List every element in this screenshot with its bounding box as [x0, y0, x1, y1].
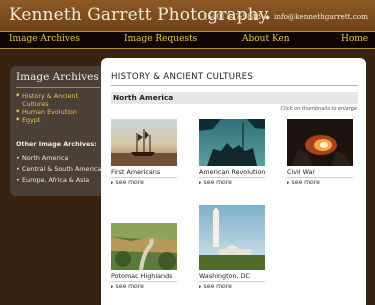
sidebar-divider	[16, 87, 100, 88]
page-title: HISTORY & ANCIENT CULTURES	[111, 72, 254, 82]
main-nav: Image Archives Image Requests About Ken …	[0, 31, 375, 49]
thumbnail-washington-dc[interactable]	[199, 205, 265, 270]
thumbnail-caption: Washington, DC	[199, 272, 250, 280]
thumbnail-card: First Americans ▸ see more	[111, 119, 177, 186]
diamond-icon: ◆	[265, 14, 270, 21]
sidebar-archive-list: History & Ancient Cultures Human Evoluti…	[16, 92, 104, 124]
thumbnail-caption: First Americans	[111, 168, 161, 176]
nav-image-archives[interactable]: Image Archives	[9, 34, 80, 44]
caption-divider	[199, 281, 265, 282]
sidebar-item-central-south-america[interactable]: Central & South America	[16, 164, 106, 175]
section-header: North America	[111, 92, 358, 104]
sidebar-other-list: North America Central & South America Eu…	[16, 153, 106, 186]
sidebar-title: Image Archives	[16, 71, 99, 83]
thumbnail-civil-war[interactable]	[287, 119, 353, 166]
contact-info: (540) 347-5848 ◆ info@kennethgarrett.com	[205, 12, 368, 21]
caption-divider	[199, 177, 265, 178]
see-more-link[interactable]: ▸ see more	[111, 283, 177, 290]
sidebar-other-title: Other Image Archives:	[16, 140, 97, 148]
email-link[interactable]: info@kennethgarrett.com	[274, 12, 368, 21]
caption-divider	[111, 281, 177, 282]
nav-image-requests[interactable]: Image Requests	[124, 34, 197, 44]
site-header: Kenneth Garrett Photography (540) 347-58…	[0, 0, 375, 31]
thumbnail-card: Washington, DC ▸ see more	[199, 205, 265, 290]
main-content: HISTORY & ANCIENT CULTURES North America…	[101, 58, 366, 305]
section-title: North America	[113, 93, 174, 102]
caption-divider	[111, 177, 177, 178]
thumbnail-card: American Revolution ▸ see more	[199, 119, 265, 186]
sidebar-item-history[interactable]: History & Ancient Cultures	[16, 92, 104, 108]
see-more-link[interactable]: ▸ see more	[287, 179, 353, 186]
chevron-right-icon: ▸	[199, 284, 202, 290]
enlarge-hint: Click on thumbnails to enlarge	[280, 106, 357, 112]
chevron-right-icon: ▸	[287, 180, 290, 186]
see-more-link[interactable]: ▸ see more	[199, 179, 265, 186]
thumbnail-potomac-highlands[interactable]	[111, 223, 177, 270]
thumbnail-caption: Civil War	[287, 168, 316, 176]
sidebar-item-human-evolution[interactable]: Human Evolution	[16, 108, 104, 116]
thumbnail-caption: American Revolution	[199, 168, 266, 176]
sidebar-item-europe-africa-asia[interactable]: Europe, Africa & Asia	[16, 175, 106, 186]
caption-divider	[287, 177, 353, 178]
see-more-link[interactable]: ▸ see more	[111, 179, 177, 186]
chevron-right-icon: ▸	[111, 180, 114, 186]
nav-about-ken[interactable]: About Ken	[242, 34, 290, 44]
phone-number: (540) 347-5848	[204, 12, 261, 21]
thumbnail-caption: Potomac Highlands	[111, 272, 173, 280]
thumbnail-first-americans[interactable]	[111, 119, 177, 166]
title-divider	[111, 85, 358, 86]
nav-home[interactable]: Home	[341, 34, 368, 44]
thumbnail-american-revolution[interactable]	[199, 119, 265, 166]
see-more-link[interactable]: ▸ see more	[199, 283, 265, 290]
sidebar: Image Archives History & Ancient Culture…	[10, 66, 106, 196]
sidebar-item-north-america[interactable]: North America	[16, 153, 106, 164]
sidebar-item-egypt[interactable]: Egypt	[16, 116, 104, 124]
chevron-right-icon: ▸	[111, 284, 114, 290]
chevron-right-icon: ▸	[199, 180, 202, 186]
thumbnail-card: Civil War ▸ see more	[287, 119, 353, 186]
thumbnail-card: Potomac Highlands ▸ see more	[111, 223, 177, 290]
